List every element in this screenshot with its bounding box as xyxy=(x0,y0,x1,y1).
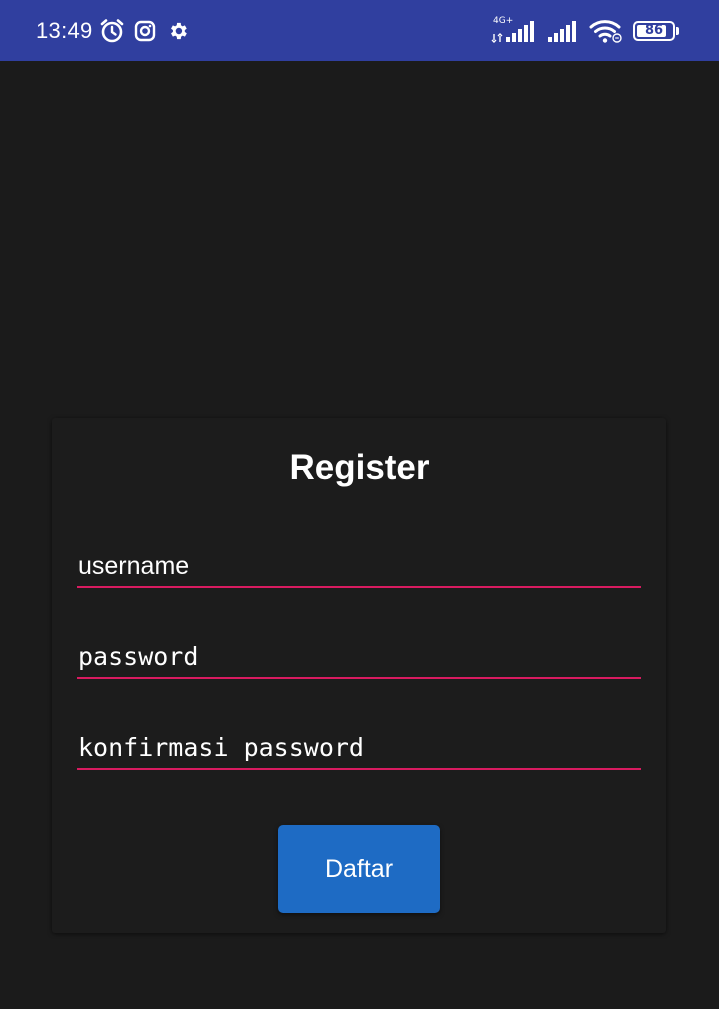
status-bar: 13:49 4G+ 86 xyxy=(0,0,719,61)
username-field[interactable]: username xyxy=(77,548,641,592)
confirm-password-underline xyxy=(77,768,641,770)
signal-icon xyxy=(547,19,579,43)
password-underline xyxy=(77,677,641,679)
signal-4g-icon: 4G+ xyxy=(491,16,537,44)
settings-gear-icon xyxy=(167,20,189,42)
wifi-icon xyxy=(589,18,623,44)
register-title: Register xyxy=(289,448,430,487)
battery-tip xyxy=(676,26,679,35)
battery-level: 86 xyxy=(644,23,664,38)
password-placeholder: password xyxy=(78,642,199,671)
battery-body: 86 xyxy=(633,20,675,41)
alarm-icon xyxy=(99,18,125,44)
username-placeholder: username xyxy=(78,552,190,580)
status-time: 13:49 xyxy=(36,17,93,43)
register-submit-button[interactable]: Daftar xyxy=(278,825,440,913)
username-underline xyxy=(77,586,641,588)
confirm-password-placeholder: konfirmasi password xyxy=(78,733,364,762)
battery-icon: 86 xyxy=(633,20,679,41)
status-bar-right: 4G+ 86 xyxy=(491,0,679,61)
status-bar-left: 13:49 xyxy=(36,0,189,61)
instagram-icon xyxy=(134,20,156,42)
password-field[interactable]: password xyxy=(77,638,641,682)
confirm-password-field[interactable]: konfirmasi password xyxy=(77,729,641,773)
